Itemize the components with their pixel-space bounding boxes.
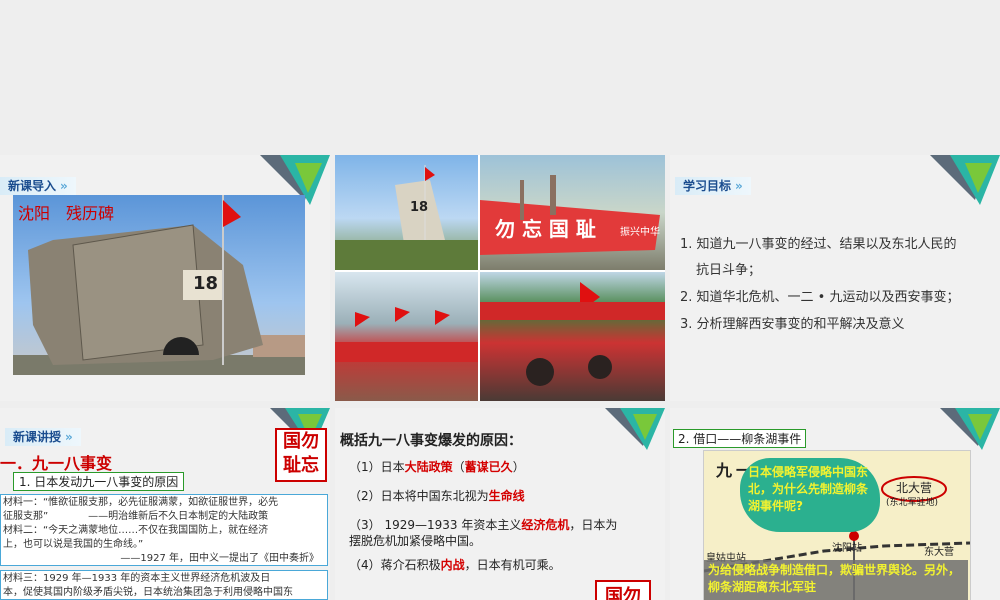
tag-new-lesson-intro: 新课导入 bbox=[0, 177, 76, 195]
tag-learning-goals: 学习目标 bbox=[675, 177, 751, 195]
corner-triangles-decoration bbox=[605, 408, 665, 468]
section-heading: 一．九一八事变 bbox=[0, 454, 113, 473]
map-label-shenyang: 沈阳站 bbox=[832, 543, 862, 554]
material-box-2: 材料三：1929 年—1933 年的资本主义世界经济危机波及日 本，促使其国内阶… bbox=[0, 570, 328, 600]
monument-photo: 18 沈阳 残历碑 bbox=[13, 195, 305, 375]
goal-line-2: 2. 知道华北危机、一二 • 九运动以及西安事变； bbox=[680, 290, 960, 305]
cause-item-3-continued: 摆脱危机加紧侵略中国。 bbox=[349, 534, 482, 548]
map-label-beidaying-sub: (东北军驻地) bbox=[886, 498, 939, 508]
monument-number-label: 18 bbox=[193, 273, 219, 294]
corner-triangles-decoration bbox=[930, 155, 1000, 225]
tag-new-lesson: 新课讲授 bbox=[5, 428, 81, 446]
question-bubble: 日本侵略军侵略中国东北，为什么先制造柳条湖事件呢? bbox=[740, 458, 880, 532]
cause-item-4: （4）蒋介石积极内战，日本有机可乘。 bbox=[349, 558, 561, 572]
map-label-dongdaying: 东大营 bbox=[924, 547, 954, 558]
material-box-1: 材料一：“惟欲征服支那，必先征服满蒙，如欲征服世界，必先 征服支那” ——明治维… bbox=[0, 494, 328, 566]
summary-question: 概括九一八事变爆发的原因： bbox=[340, 433, 522, 449]
slide-liutiao-lake-incident[interactable]: 2. 借口——柳条湖事件 九一八 北大营 (东北军驻地) 皇姑屯站 沈阳站 东大… bbox=[670, 408, 1000, 600]
map-label-beidaying: 北大营 bbox=[896, 481, 933, 495]
cause-item-1: （1）日本大陆政策（蓄谋已久） bbox=[349, 460, 525, 474]
slide-new-lesson[interactable]: 新课讲授 国勿 耻忘 一．九一八事变 1. 日本发动九一八事变的原因 材料一：“… bbox=[0, 408, 330, 600]
photo-caption: 沈阳 残历碑 bbox=[18, 204, 115, 223]
collage-photo-crowd bbox=[480, 272, 665, 401]
slide-intro[interactable]: 新课导入 18 沈阳 残历碑 bbox=[0, 155, 330, 401]
answer-box: 为给侵略战争制造借口，欺骗世界舆论。另外，柳条湖距离东北军驻 bbox=[704, 560, 968, 600]
national-humiliation-seal: 国勿 耻忘 bbox=[275, 428, 327, 482]
collage-monument-number: 18 bbox=[410, 200, 429, 215]
banner-text-left: 勿 忘 国 耻 bbox=[495, 217, 596, 241]
national-humiliation-seal-small: 国勿 bbox=[595, 580, 651, 600]
slide-causes-summary[interactable]: 概括九一八事变爆发的原因： （1）日本大陆政策（蓄谋已久） （2）日本将中国东北… bbox=[335, 408, 665, 600]
banner-text-right: 振兴中华 bbox=[620, 227, 660, 238]
collage-photo-monument: 18 bbox=[335, 155, 478, 270]
slide-photo-collage[interactable]: 18 勿 忘 国 耻 振兴中华 bbox=[335, 155, 665, 401]
cause-item-3: （3） 1929—1933 年资本主义经济危机，日本为 bbox=[349, 518, 618, 532]
section-tag-pretext: 2. 借口——柳条湖事件 bbox=[673, 429, 807, 448]
goal-line-1-continued: 抗日斗争； bbox=[696, 263, 762, 278]
goal-line-3: 3. 分析理解西安事变的和平解决及意义 bbox=[680, 317, 905, 332]
section-subheading: 1. 日本发动九一八事变的原因 bbox=[13, 472, 185, 491]
goal-line-1: 1. 知道九一八事变的经过、结果以及东北人民的 bbox=[680, 237, 957, 252]
collage-photo-march bbox=[335, 272, 478, 401]
collage-photo-banner-students: 勿 忘 国 耻 振兴中华 bbox=[480, 155, 665, 270]
cause-item-2: （2）日本将中国东北视为生命线 bbox=[349, 489, 525, 503]
slide-learning-goals[interactable]: 学习目标 1. 知道九一八事变的经过、结果以及东北人民的 抗日斗争； 2. 知道… bbox=[670, 155, 1000, 401]
blank-top-area bbox=[0, 0, 1000, 150]
